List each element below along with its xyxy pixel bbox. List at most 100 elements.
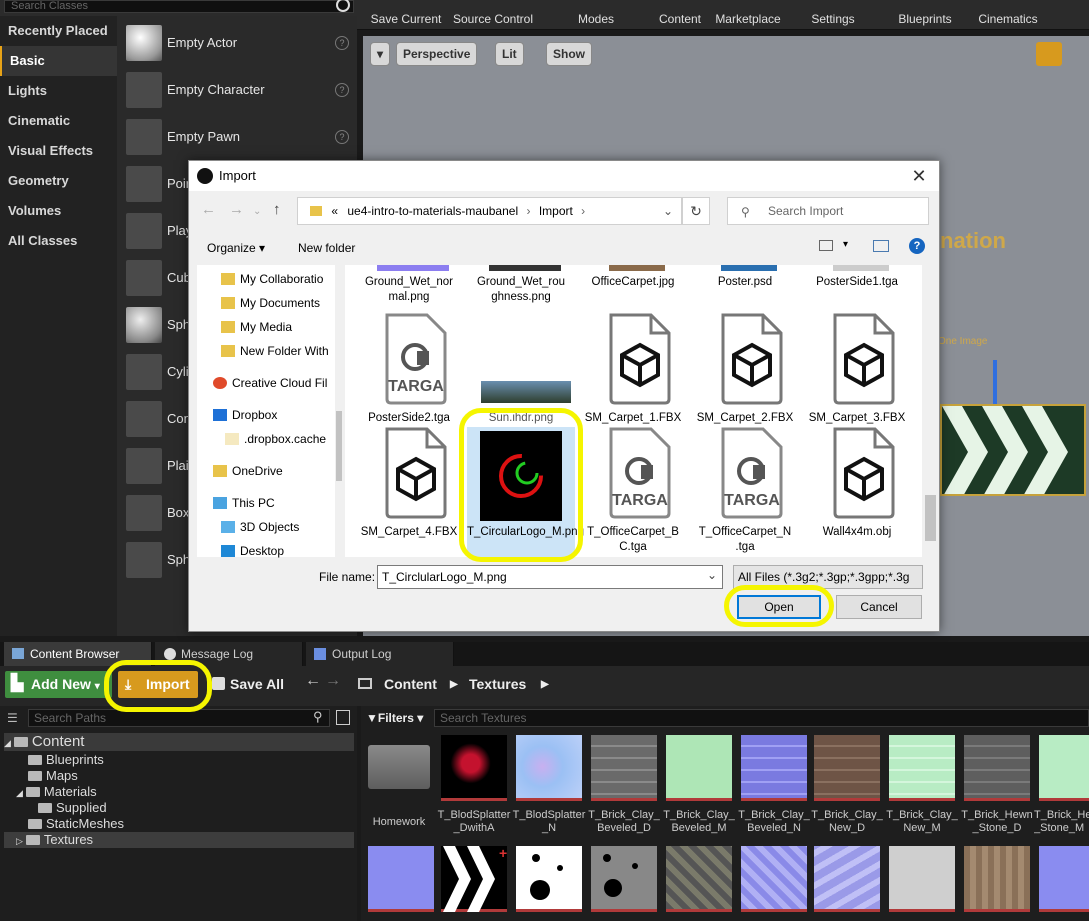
- collapse-arrow-icon[interactable]: ▷: [16, 836, 23, 846]
- forward-arrow-icon[interactable]: →: [229, 201, 244, 218]
- nav-item-3d-objects[interactable]: 3D Objects: [221, 515, 299, 539]
- asset-thumbnail[interactable]: [964, 735, 1030, 801]
- file-item[interactable]: TARGA T_OfficeCarpet_B C.tga: [579, 427, 687, 557]
- filters-button[interactable]: ▼Filters ▾: [366, 709, 428, 727]
- category-recently-placed[interactable]: Recently Placed: [0, 16, 117, 46]
- asset-thumbnail[interactable]: [516, 735, 582, 801]
- category-basic[interactable]: Basic: [0, 46, 117, 76]
- back-arrow-icon[interactable]: ←: [305, 672, 321, 690]
- tab-output-log[interactable]: Output Log: [306, 642, 454, 666]
- tree-item-supplied[interactable]: Supplied: [38, 800, 107, 816]
- nav-item-desktop[interactable]: Desktop: [221, 539, 284, 563]
- chevron-down-icon[interactable]: ▾: [843, 239, 848, 250]
- nav-item-my-media[interactable]: My Media: [221, 315, 292, 339]
- help-icon[interactable]: ?: [335, 83, 349, 97]
- search-textures-input[interactable]: Search Textures: [434, 709, 1089, 727]
- tree-item-maps[interactable]: Maps: [28, 768, 78, 784]
- address-segment[interactable]: Import: [539, 204, 573, 218]
- item-empty-pawn[interactable]: Empty Pawn?: [117, 114, 357, 160]
- refresh-icon[interactable]: ↻: [682, 197, 710, 225]
- marketplace-button[interactable]: Marketplace: [710, 0, 786, 30]
- cinematics-button[interactable]: Cinematics: [972, 0, 1044, 30]
- asset-thumbnail[interactable]: [814, 735, 880, 801]
- help-icon[interactable]: ?: [909, 238, 925, 254]
- file-item[interactable]: SM_Carpet_3.FBX: [803, 313, 911, 443]
- lit-button[interactable]: Lit: [495, 42, 524, 66]
- asset-thumbnail[interactable]: [441, 735, 507, 801]
- content-button[interactable]: Content: [652, 0, 708, 30]
- address-segment[interactable]: ue4-intro-to-materials-maubanel: [347, 204, 518, 218]
- chevron-plane-mesh[interactable]: [940, 404, 1086, 496]
- asset-thumbnail[interactable]: [1039, 846, 1089, 912]
- modes-button[interactable]: Modes: [566, 0, 626, 30]
- asset-thumbnail[interactable]: [889, 846, 955, 912]
- back-arrow-icon[interactable]: ←: [201, 201, 216, 218]
- show-button[interactable]: Show: [546, 42, 592, 66]
- asset-thumbnail[interactable]: [516, 846, 582, 912]
- view-options-icon[interactable]: [819, 240, 833, 251]
- category-volumes[interactable]: Volumes: [0, 196, 117, 226]
- item-empty-character[interactable]: Empty Character?: [117, 67, 357, 113]
- search-import-input[interactable]: Search Import: [727, 197, 929, 225]
- tree-item-textures[interactable]: ▷ Textures: [4, 832, 354, 848]
- perspective-button[interactable]: Perspective: [396, 42, 478, 66]
- up-arrow-icon[interactable]: ↑: [273, 201, 281, 218]
- new-folder-button[interactable]: New folder: [298, 241, 355, 255]
- tree-item-blueprints[interactable]: Blueprints: [28, 752, 104, 768]
- tree-item-staticmeshes[interactable]: StaticMeshes: [28, 816, 124, 832]
- source-control-button[interactable]: Source Control: [450, 0, 536, 30]
- nav-item-creative-cloud[interactable]: Creative Cloud Fil: [213, 371, 327, 395]
- chevron-down-icon[interactable]: ⌄: [707, 568, 717, 582]
- nav-item-onedrive[interactable]: OneDrive: [213, 459, 283, 483]
- asset-thumbnail[interactable]: [964, 846, 1030, 912]
- file-item[interactable]: TARGA T_OfficeCarpet_N .tga: [691, 427, 799, 557]
- chevron-right-icon[interactable]: ▶: [541, 671, 549, 698]
- recent-locations-icon[interactable]: ⌄: [253, 206, 261, 217]
- tree-item-materials[interactable]: ◢ Materials: [16, 784, 97, 800]
- category-all-classes[interactable]: All Classes: [0, 226, 117, 256]
- viewport-options-button[interactable]: ▾: [370, 42, 390, 66]
- folder-icon[interactable]: [368, 745, 430, 789]
- preview-pane-icon[interactable]: [873, 240, 889, 252]
- help-icon[interactable]: ?: [335, 36, 349, 50]
- asset-thumbnail[interactable]: [741, 846, 807, 912]
- file-name-input[interactable]: T_CirclularLogo_M.png: [377, 565, 723, 589]
- file-list-scrollbar[interactable]: [922, 265, 939, 557]
- asset-thumbnail[interactable]: [666, 846, 732, 912]
- nav-item-dropbox[interactable]: Dropbox: [213, 403, 277, 427]
- nav-item-this-pc[interactable]: This PC: [213, 491, 275, 515]
- organize-button[interactable]: Organize ▾: [207, 241, 265, 255]
- address-bar[interactable]: « ue4-intro-to-materials-maubanel › Impo…: [297, 197, 682, 225]
- save-current-button[interactable]: Save Current: [366, 0, 446, 30]
- address-overflow[interactable]: «: [331, 204, 338, 218]
- category-cinematic[interactable]: Cinematic: [0, 106, 117, 136]
- asset-thumbnail[interactable]: [591, 735, 657, 801]
- nav-item-my-collaboration[interactable]: My Collaboratio: [221, 267, 323, 291]
- search-classes-input[interactable]: Search Classes: [4, 0, 354, 13]
- tree-item-content[interactable]: ◢ Content: [4, 733, 354, 751]
- translate-icon[interactable]: [1036, 42, 1062, 66]
- asset-thumbnail[interactable]: [741, 735, 807, 801]
- asset-thumbnail[interactable]: [814, 846, 880, 912]
- nav-scrollbar-thumb[interactable]: [336, 411, 342, 481]
- chevron-down-icon[interactable]: ⌄: [663, 198, 673, 224]
- file-item[interactable]: Wall4x4m.obj: [803, 427, 911, 557]
- blueprints-button[interactable]: Blueprints: [892, 0, 958, 30]
- toggle-sources-icon[interactable]: ☰: [7, 711, 23, 725]
- forward-arrow-icon[interactable]: →: [325, 672, 341, 690]
- close-icon[interactable]: ✕: [907, 165, 931, 187]
- expand-arrow-icon[interactable]: ◢: [16, 788, 23, 798]
- expand-arrow-icon[interactable]: ◢: [4, 738, 11, 748]
- help-icon[interactable]: ?: [335, 130, 349, 144]
- scrollbar-thumb[interactable]: [925, 495, 936, 541]
- breadcrumb-textures[interactable]: Textures: [469, 671, 526, 698]
- file-item[interactable]: SM_Carpet_2.FBX: [691, 313, 799, 443]
- asset-thumbnail[interactable]: [368, 846, 434, 912]
- cancel-button[interactable]: Cancel: [836, 595, 922, 619]
- breadcrumb-content[interactable]: Content: [384, 671, 437, 698]
- nav-item-dropbox-cache[interactable]: .dropbox.cache: [225, 427, 326, 451]
- asset-thumbnail[interactable]: [591, 846, 657, 912]
- asset-thumbnail[interactable]: [666, 735, 732, 801]
- nav-item-new-folder[interactable]: New Folder With: [221, 339, 329, 363]
- file-item[interactable]: SM_Carpet_1.FBX: [579, 313, 687, 443]
